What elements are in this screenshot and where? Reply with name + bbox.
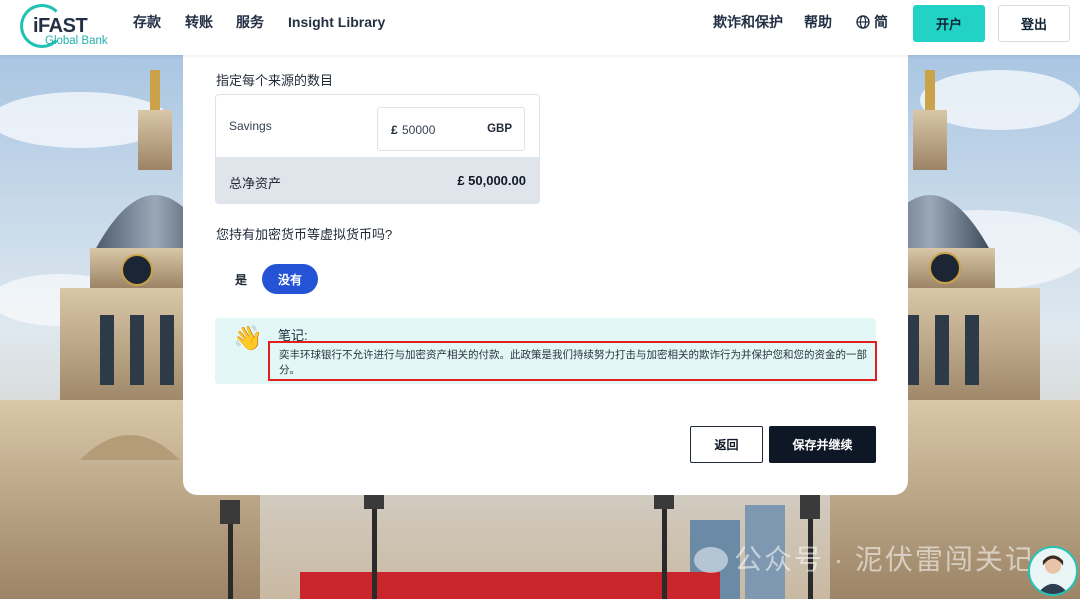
amount-input[interactable]: £ 50000 GBP bbox=[377, 107, 525, 151]
logout-button[interactable]: 登出 bbox=[998, 5, 1070, 42]
currency-code: GBP bbox=[487, 123, 512, 135]
watermark-text: 公众号 · 泥伏雷闯关记 bbox=[734, 544, 1035, 575]
note-text: 奕丰环球银行不允许进行与加密资产相关的付款。此政策是我们持续努力打击与加密相关的… bbox=[279, 349, 867, 376]
open-account-button[interactable]: 开户 bbox=[913, 5, 985, 42]
watermark: 公众号 · 泥伏雷闯关记 bbox=[694, 538, 1035, 578]
avatar[interactable] bbox=[1028, 546, 1078, 596]
option-no-selected[interactable]: 没有 bbox=[262, 264, 318, 294]
nav-services[interactable]: 服务 bbox=[236, 0, 264, 44]
total-value: £ 50,000.00 bbox=[457, 173, 526, 188]
ifast-logo[interactable]: iFAST Global Bank bbox=[20, 4, 116, 50]
amount-value: 50000 bbox=[402, 123, 436, 137]
currency-symbol: £ bbox=[391, 123, 398, 137]
source-row: Savings £ 50000 GBP bbox=[216, 95, 539, 157]
nav-transfer[interactable]: 转账 bbox=[185, 0, 213, 44]
globe-icon bbox=[856, 15, 870, 29]
agent-avatar-icon bbox=[1037, 555, 1069, 594]
language-label: 简 bbox=[874, 14, 888, 30]
wechat-icon bbox=[694, 547, 728, 573]
note-highlight-box: 奕丰环球银行不允许进行与加密资产相关的付款。此政策是我们持续努力打击与加密相关的… bbox=[268, 341, 877, 381]
total-net-worth-row: 总净资产 £ 50,000.00 bbox=[216, 157, 539, 203]
crypto-question: 您持有加密货币等虚拟货币吗? bbox=[216, 227, 393, 242]
nav-fraud-protection[interactable]: 欺诈和保护 bbox=[713, 0, 783, 44]
note-box: 👋 笔记: 奕丰环球银行不允许进行与加密资产相关的付款。此政策是我们持续努力打击… bbox=[215, 318, 877, 384]
nav-help[interactable]: 帮助 bbox=[804, 0, 832, 44]
back-button[interactable]: 返回 bbox=[690, 426, 763, 463]
source-label: Savings bbox=[229, 119, 272, 133]
language-selector[interactable]: 简 bbox=[856, 0, 888, 44]
waving-hand-icon: 👋 bbox=[233, 325, 263, 352]
total-label: 总净资产 bbox=[229, 176, 282, 191]
sources-box: Savings £ 50000 GBP 总净资产 £ 50,000.00 bbox=[215, 94, 540, 204]
logo-subtitle: Global Bank bbox=[45, 35, 108, 47]
nav-deposits[interactable]: 存款 bbox=[133, 0, 161, 44]
top-header: iFAST Global Bank 存款 转账 服务 Insight Libra… bbox=[0, 0, 1080, 55]
save-continue-button[interactable]: 保存并继续 bbox=[769, 426, 876, 463]
option-yes[interactable]: 是 bbox=[226, 264, 256, 294]
nav-insight-library[interactable]: Insight Library bbox=[288, 0, 385, 44]
sources-question: 指定每个来源的数目 bbox=[216, 73, 334, 88]
